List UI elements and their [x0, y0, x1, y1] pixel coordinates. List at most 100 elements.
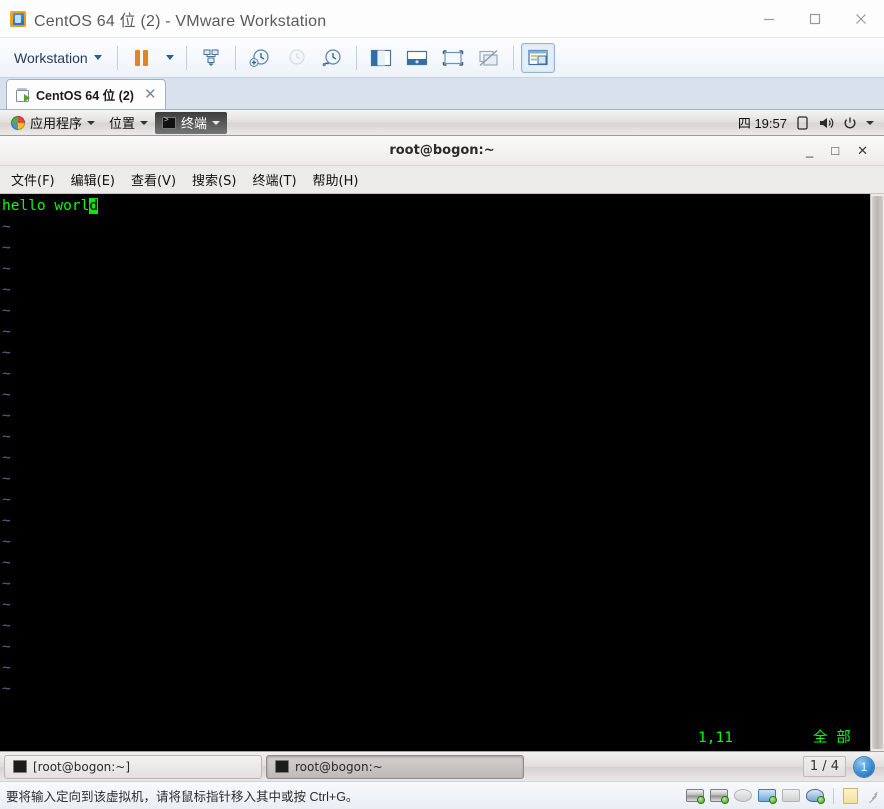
- toolbar-separator: [185, 45, 187, 70]
- menu-view[interactable]: 查看(V): [124, 167, 183, 192]
- taskbar-window-1-label: [root@bogon:~]: [33, 759, 131, 774]
- vim-empty-line: ~: [2, 387, 11, 403]
- vmware-status-bar: 要将输入定向到该虚拟机，请将鼠标指针移入其中或按 Ctrl+G。: [0, 781, 884, 809]
- toolbar-separator: [355, 45, 357, 70]
- menu-edit[interactable]: 编辑(E): [64, 167, 122, 192]
- chevron-down-icon[interactable]: [866, 120, 874, 125]
- workspace-count[interactable]: 1 / 4: [802, 756, 846, 777]
- vim-tilde-area: ~ ~ ~ ~ ~ ~ ~ ~ ~ ~ ~ ~ ~ ~ ~ ~ ~ ~ ~ ~ ~ ~ ~: [2, 217, 870, 700]
- workstation-menu[interactable]: Workstation: [6, 46, 110, 70]
- chevron-down-icon: [212, 120, 221, 125]
- vim-empty-line: ~: [2, 345, 11, 361]
- resize-grip[interactable]: [866, 790, 878, 803]
- hard-disk-2-icon[interactable]: [710, 788, 729, 804]
- taskbar-window-1[interactable]: [root@bogon:~]: [4, 754, 262, 779]
- suspend-button[interactable]: [125, 43, 159, 73]
- vmware-logo-icon: [10, 10, 26, 27]
- gnome-taskbar: [root@bogon:~] root@bogon:~ 1 / 4 1: [0, 751, 884, 781]
- thumbnail-bar-icon: [406, 50, 427, 65]
- device-tray: [686, 787, 878, 804]
- show-thumbnail-bar-button[interactable]: [400, 43, 434, 73]
- notes-icon[interactable]: [843, 787, 858, 804]
- vim-empty-line: ~: [2, 303, 11, 319]
- vim-cursor-position: 1,11: [698, 730, 733, 746]
- fullscreen-icon: [442, 49, 463, 66]
- terminal-maximize-button[interactable]: □: [831, 144, 839, 157]
- manage-snapshots-button[interactable]: [315, 43, 349, 73]
- show-library-button[interactable]: [364, 43, 398, 73]
- workstation-menu-label: Workstation: [14, 49, 88, 66]
- hard-disk-1-icon[interactable]: [686, 788, 705, 804]
- take-snapshot-button[interactable]: [243, 43, 277, 73]
- terminal-icon: [275, 760, 289, 773]
- terminal-icon: [13, 760, 27, 773]
- pause-icon: [135, 49, 149, 66]
- vim-empty-line: ~: [2, 366, 11, 382]
- close-icon[interactable]: ✕: [144, 87, 157, 102]
- terminal-icon: [162, 116, 177, 129]
- printer-icon[interactable]: [782, 788, 800, 803]
- send-ctrl-alt-del-button[interactable]: [194, 43, 228, 73]
- vim-line-content: hello worl: [2, 198, 90, 214]
- close-button[interactable]: [838, 0, 884, 37]
- vim-empty-line: ~: [2, 597, 11, 613]
- terminal-window: root@bogon:~ _ □ ✕ 文件(F) 编辑(E) 查看(V) 搜索(…: [0, 136, 884, 781]
- terminal-body[interactable]: hello world ~ ~ ~ ~ ~ ~ ~ ~ ~ ~ ~ ~ ~ ~ ~ ~ ~ ~ ~ ~ ~ ~ ~ 1,11…: [0, 194, 884, 751]
- gnome-panel-tray: 四 19:57: [738, 113, 880, 132]
- minimize-button[interactable]: [746, 0, 792, 37]
- usb-controller-icon[interactable]: [806, 788, 825, 804]
- terminal-minimize-button[interactable]: _: [806, 144, 813, 157]
- clock[interactable]: 四 19:57: [738, 113, 787, 132]
- scrollbar-thumb[interactable]: [872, 196, 883, 749]
- vim-empty-line: ~: [2, 219, 11, 235]
- status-separator: [833, 787, 834, 804]
- volume-icon[interactable]: [818, 116, 834, 130]
- network-adapter-icon[interactable]: [758, 788, 777, 804]
- terminal-scrollbar[interactable]: [870, 194, 884, 751]
- taskbar-window-2[interactable]: root@bogon:~: [266, 754, 524, 779]
- menu-help[interactable]: 帮助(H): [306, 167, 366, 192]
- menu-applications[interactable]: 应用程序: [4, 112, 102, 134]
- power-dropdown[interactable]: [161, 43, 179, 73]
- maximize-button[interactable]: [792, 0, 838, 37]
- window-title: CentOS 64 位 (2) - VMware Workstation: [34, 12, 327, 30]
- console-view-icon: [528, 49, 548, 65]
- vim-empty-line: ~: [2, 408, 11, 424]
- guest-screen[interactable]: 应用程序 位置 终端 四 19:57: [0, 110, 884, 781]
- workspace-switcher: 1 / 4 1: [802, 756, 880, 777]
- snapshot-add-icon: [249, 48, 269, 67]
- chevron-down-icon: [165, 55, 174, 60]
- power-icon[interactable]: [843, 116, 857, 130]
- vim-empty-line: ~: [2, 513, 11, 529]
- snapshot-revert-icon: [289, 48, 305, 65]
- workspace-badge[interactable]: 1: [854, 756, 874, 777]
- vim-empty-line: ~: [2, 429, 11, 445]
- display-icon[interactable]: [796, 115, 809, 130]
- revert-snapshot-button[interactable]: [279, 43, 313, 73]
- keyboard-send-icon: [203, 49, 219, 66]
- vim-empty-line: ~: [2, 576, 11, 592]
- vmware-workstation-window: CentOS 64 位 (2) - VMware Workstation Wor…: [0, 0, 884, 809]
- vim-empty-line: ~: [2, 555, 11, 571]
- menu-search[interactable]: 搜索(S): [185, 167, 243, 192]
- vim-empty-line: ~: [2, 492, 11, 508]
- vim-empty-line: ~: [2, 618, 11, 634]
- unity-mode-button[interactable]: [472, 43, 506, 73]
- vim-empty-line: ~: [2, 660, 11, 676]
- vim-empty-line: ~: [2, 639, 11, 655]
- menu-terminal[interactable]: 终端: [155, 111, 228, 134]
- menu-terminal-label: 终端: [181, 116, 208, 131]
- menu-file[interactable]: 文件(F): [4, 167, 62, 192]
- cd-dvd-icon[interactable]: [734, 788, 752, 803]
- toolbar-separator: [116, 45, 118, 70]
- menu-places[interactable]: 位置: [102, 112, 155, 134]
- enter-fullscreen-button[interactable]: [436, 43, 470, 73]
- console-view-button[interactable]: [520, 42, 555, 73]
- vm-tab-centos[interactable]: CentOS 64 位 (2) ✕: [6, 79, 166, 109]
- terminal-title: root@bogon:~: [389, 143, 495, 158]
- vim-empty-line: ~: [2, 534, 11, 550]
- terminal-close-button[interactable]: ✕: [857, 144, 868, 157]
- menu-terminal[interactable]: 终端(T): [245, 167, 303, 192]
- vim-editor[interactable]: hello world ~ ~ ~ ~ ~ ~ ~ ~ ~ ~ ~ ~ ~ ~ ~ ~ ~ ~ ~ ~ ~ ~ ~ 1,11…: [0, 194, 870, 751]
- vim-empty-line: ~: [2, 471, 11, 487]
